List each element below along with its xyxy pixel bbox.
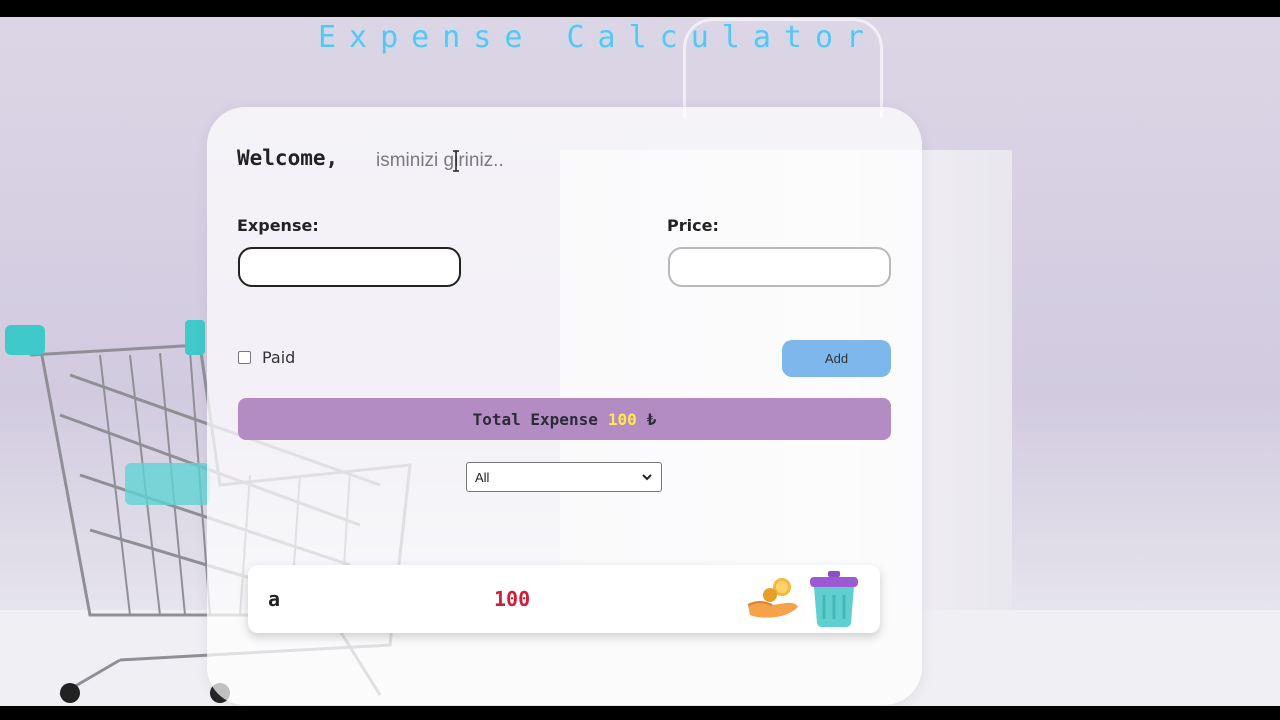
bottom-black-bar xyxy=(0,706,1280,720)
trash-bin-icon[interactable] xyxy=(806,569,862,629)
expense-label: Expense: xyxy=(237,216,319,235)
price-label: Price: xyxy=(667,216,719,235)
chevron-down-icon xyxy=(642,474,652,481)
expense-list-item: a 100 xyxy=(248,565,880,633)
top-black-bar xyxy=(0,0,1280,17)
text-cursor-icon xyxy=(453,150,459,172)
currency-symbol: ₺ xyxy=(646,409,657,429)
app-title: Expense Calculator xyxy=(318,20,878,55)
filter-select[interactable]: All xyxy=(466,462,662,492)
add-button[interactable]: Add xyxy=(782,340,891,377)
welcome-label: Welcome, xyxy=(237,146,339,170)
name-input[interactable] xyxy=(362,145,582,177)
coin-hand-icon[interactable] xyxy=(746,575,800,621)
price-input[interactable] xyxy=(668,247,891,287)
expense-item-name: a xyxy=(268,587,281,611)
expense-input[interactable] xyxy=(238,247,461,287)
total-expense-bar: Total Expense 100 ₺ xyxy=(238,398,891,440)
paid-checkbox[interactable] xyxy=(238,351,251,364)
total-expense-label: Total Expense xyxy=(472,409,598,429)
total-expense-value: 100 xyxy=(607,409,637,429)
filter-selected-value: All xyxy=(475,469,490,485)
paid-label: Paid xyxy=(262,348,296,367)
expense-item-price: 100 xyxy=(494,587,531,611)
